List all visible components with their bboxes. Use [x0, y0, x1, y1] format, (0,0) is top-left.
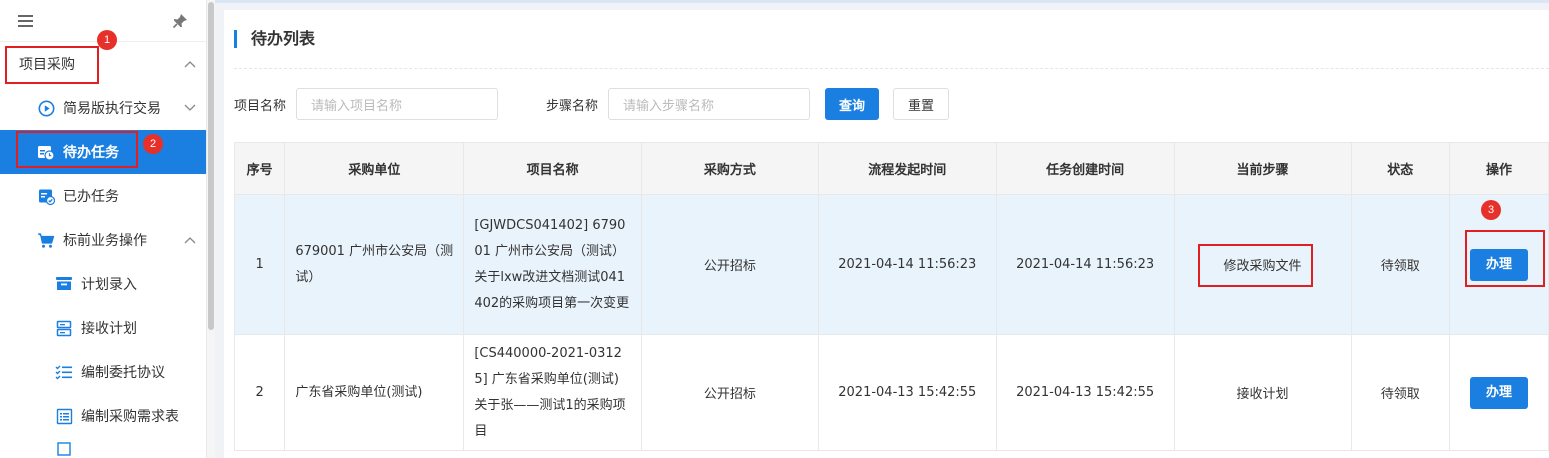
sidebar-scrollbar[interactable] — [207, 0, 215, 458]
sidebar-item-label: 标前业务操作 — [63, 233, 147, 249]
col-unit: 采购单位 — [284, 142, 465, 195]
cell-unit: 679001 广州市公安局（测试） — [284, 194, 465, 335]
sidebar-item-simple-trade[interactable]: 简易版执行交易 — [0, 86, 206, 130]
table-header-row: 序号 采购单位 项目名称 采购方式 流程发起时间 任务创建时间 当前步骤 状态 … — [233, 142, 1549, 195]
cell-project: [GJWDCS041402] 679001 广州市公安局（测试）关于lxw改进文… — [463, 194, 642, 335]
col-status: 状态 — [1350, 142, 1450, 195]
sidebar-item-receive-plan[interactable]: 接收计划 — [0, 306, 206, 350]
annotation-badge-1: 1 — [97, 30, 117, 50]
sidebar-item-draft-requirements[interactable]: 编制采购需求表 — [0, 394, 206, 438]
main-panel: 待办列表 项目名称 请输入项目名称 步骤名称 请输入步骤名称 查询 重置 序号 … — [224, 10, 1549, 458]
col-start-time: 流程发起时间 — [817, 142, 997, 195]
annotation-badge-2: 2 — [143, 134, 163, 154]
cell-method: 公开招标 — [640, 334, 819, 451]
annotation-badge-3: 3 — [1481, 200, 1501, 220]
cell-status: 待领取 — [1350, 334, 1450, 451]
cell-step: 接收计划 — [1173, 334, 1352, 451]
project-name-input[interactable]: 请输入项目名称 — [296, 88, 499, 120]
sidebar-item-label: 编制采购需求表 — [81, 409, 179, 425]
sidebar-item-label: 已办任务 — [63, 189, 119, 205]
sidebar-item-draft-agreement[interactable]: 编制委托协议 — [0, 350, 206, 394]
page-title: 待办列表 — [234, 30, 315, 48]
handle-button[interactable]: 办理 — [1469, 376, 1528, 409]
top-divider — [215, 0, 1549, 3]
reset-button[interactable]: 重置 — [893, 88, 950, 120]
todo-table: 序号 采购单位 项目名称 采购方式 流程发起时间 任务创建时间 当前步骤 状态 … — [233, 142, 1549, 451]
project-name-label: 项目名称 — [234, 98, 287, 114]
cell-create-time: 2021-04-13 15:42:55 — [995, 334, 1175, 451]
cell-start-time: 2021-04-14 11:56:23 — [817, 194, 997, 335]
app: 项目采购 简易版执行交易 待办任务 已办任务 标前业务操作 计划录入 接收计划 … — [0, 0, 1549, 458]
scrollbar-thumb[interactable] — [208, 2, 214, 330]
title-divider — [234, 68, 1549, 69]
sidebar-item-label: 编制委托协议 — [81, 365, 165, 381]
col-project: 项目名称 — [463, 142, 642, 195]
sidebar-item-plan-entry[interactable]: 计划录入 — [0, 262, 206, 306]
annotation-box-1 — [5, 46, 99, 84]
sidebar-item-pre-bid-ops[interactable]: 标前业务操作 — [0, 218, 206, 262]
server-icon — [55, 319, 73, 337]
cell-index: 1 — [233, 194, 286, 335]
step-name-label: 步骤名称 — [546, 98, 599, 114]
sidebar-item-label: 计划录入 — [81, 277, 137, 293]
table-row[interactable]: 2 广东省采购单位(测试) [CS440000-2021-03125] 广东省采… — [233, 334, 1549, 451]
cell-action: 办理 — [1448, 334, 1549, 451]
sidebar-item-label: 简易版执行交易 — [63, 101, 161, 117]
cell-method: 公开招标 — [640, 194, 819, 335]
cell-status: 待领取 — [1350, 194, 1450, 335]
task-done-icon — [37, 187, 55, 205]
project-name-placeholder: 请输入项目名称 — [311, 98, 403, 114]
col-method: 采购方式 — [640, 142, 819, 195]
sidebar-item-done-tasks[interactable]: 已办任务 — [0, 174, 206, 218]
cell-unit: 广东省采购单位(测试) — [284, 334, 465, 451]
play-circle-icon — [37, 99, 55, 117]
chevron-up-icon — [184, 56, 196, 72]
annotation-box-3 — [1465, 230, 1545, 287]
cell-index: 2 — [233, 334, 286, 451]
table-row[interactable]: 1 679001 广州市公安局（测试） [GJWDCS041402] 67900… — [233, 194, 1549, 335]
chevron-up-icon — [184, 232, 196, 248]
pin-icon[interactable] — [172, 13, 188, 29]
menu-toggle-icon[interactable] — [18, 14, 33, 27]
inbox-icon — [55, 275, 73, 293]
cell-start-time: 2021-04-13 15:42:55 — [817, 334, 997, 451]
step-name-placeholder: 请输入步骤名称 — [623, 98, 715, 114]
partial-icon — [55, 440, 73, 458]
search-bar: 项目名称 请输入项目名称 步骤名称 请输入步骤名称 查询 重置 — [234, 88, 950, 120]
query-button[interactable]: 查询 — [825, 88, 880, 120]
annotation-box-step — [1198, 244, 1313, 287]
sidebar-item-partial[interactable] — [0, 438, 206, 458]
col-create-time: 任务创建时间 — [995, 142, 1175, 195]
cell-create-time: 2021-04-14 11:56:23 — [995, 194, 1175, 335]
sidebar-item-label: 接收计划 — [81, 321, 137, 337]
col-action: 操作 — [1448, 142, 1549, 195]
chevron-down-icon — [184, 100, 196, 116]
cell-project: [CS440000-2021-03125] 广东省采购单位(测试)关于张——测试… — [463, 334, 642, 451]
step-name-input[interactable]: 请输入步骤名称 — [608, 88, 811, 120]
checklist-icon — [55, 363, 73, 381]
col-index: 序号 — [233, 142, 286, 195]
annotation-box-2 — [16, 131, 138, 168]
col-step: 当前步骤 — [1173, 142, 1352, 195]
cart-icon — [37, 231, 55, 249]
list-icon — [55, 407, 73, 425]
